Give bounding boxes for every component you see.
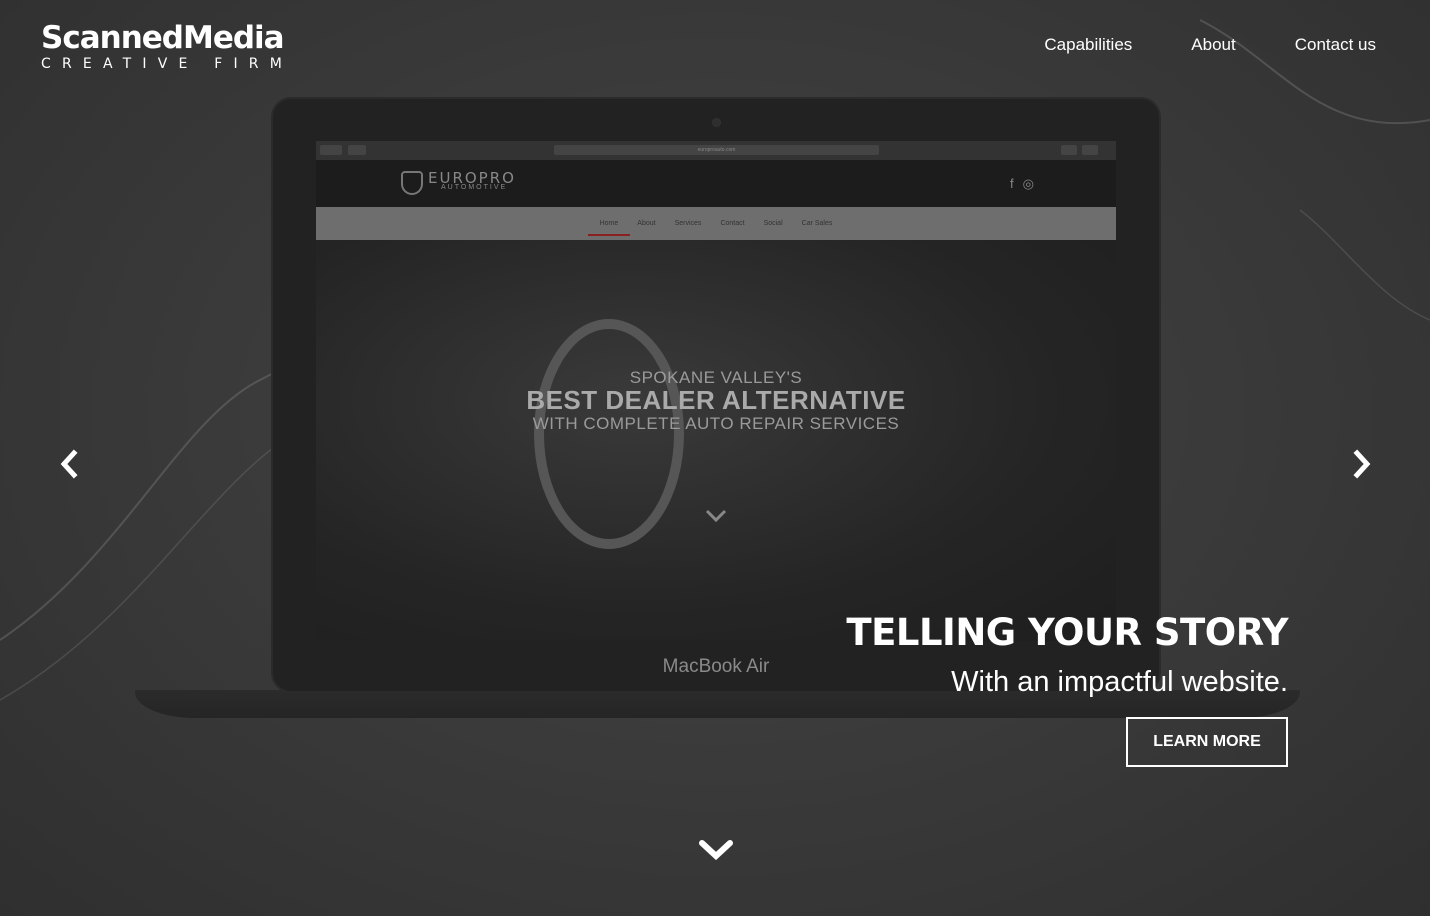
- laptop-screen: europroauto.com EUROPRO AUTOMOTIVE f ◎ H…: [316, 141, 1116, 641]
- nav-item-contact[interactable]: Contact us: [1295, 34, 1376, 56]
- shield-icon: [401, 171, 423, 195]
- browser-bar: europroauto.com: [316, 141, 1116, 160]
- site-logo: EUROPRO AUTOMOTIVE: [401, 171, 516, 195]
- brand-name: ScannedMedia: [41, 20, 285, 56]
- slide-subtitle: With an impactful website.: [951, 666, 1288, 698]
- chevron-down-icon[interactable]: [698, 838, 734, 862]
- facebook-icon: f: [1010, 176, 1014, 191]
- browser-url: europroauto.com: [554, 145, 879, 155]
- main-nav: Capabilities About Contact us: [1044, 34, 1376, 56]
- site-social: f ◎: [1010, 176, 1034, 192]
- instagram-icon: ◎: [1022, 176, 1034, 191]
- site-hero-line3: WITH COMPLETE AUTO REPAIR SERVICES: [532, 414, 900, 433]
- chevron-left-icon[interactable]: [57, 449, 81, 479]
- site-nav-item: Home: [587, 220, 630, 236]
- site-logo-name: EUROPRO: [428, 169, 516, 187]
- site-hero-line2: BEST DEALER ALTERNATIVE: [526, 385, 906, 415]
- chevron-down-icon: [705, 509, 727, 523]
- site-nav-item: About: [637, 220, 656, 227]
- site-nav-item: Contact: [720, 220, 745, 227]
- brand-tagline: CREATIVE FIRM: [41, 56, 293, 72]
- car-emblem: [534, 319, 684, 549]
- chevron-right-icon[interactable]: [1350, 449, 1374, 479]
- site-nav-item: Car Sales: [801, 220, 833, 227]
- laptop-mockup: europroauto.com EUROPRO AUTOMOTIVE f ◎ H…: [273, 99, 1159, 691]
- brand-logo[interactable]: ScannedMedia CREATIVE FIRM: [41, 22, 293, 73]
- hero-slider: ScannedMedia CREATIVE FIRM Capabilities …: [0, 0, 1430, 916]
- nav-item-capabilities[interactable]: Capabilities: [1044, 34, 1132, 56]
- nav-item-about[interactable]: About: [1191, 34, 1235, 56]
- site-nav: Home About Services Contact Social Car S…: [316, 207, 1116, 240]
- site-header: EUROPRO AUTOMOTIVE f ◎: [316, 160, 1116, 207]
- slide-caption: TELLING YOUR STORY With an impactful web…: [846, 612, 1288, 700]
- learn-more-button[interactable]: LEARN MORE: [1126, 717, 1288, 767]
- site-nav-item: Social: [763, 220, 783, 227]
- site-logo-tag: AUTOMOTIVE: [441, 184, 508, 191]
- slide-title: TELLING YOUR STORY: [846, 611, 1288, 654]
- laptop-camera: [712, 118, 721, 127]
- site-nav-item: Services: [674, 220, 702, 227]
- site-hero: SPOKANE VALLEY'S BEST DEALER ALTERNATIVE…: [316, 240, 1116, 641]
